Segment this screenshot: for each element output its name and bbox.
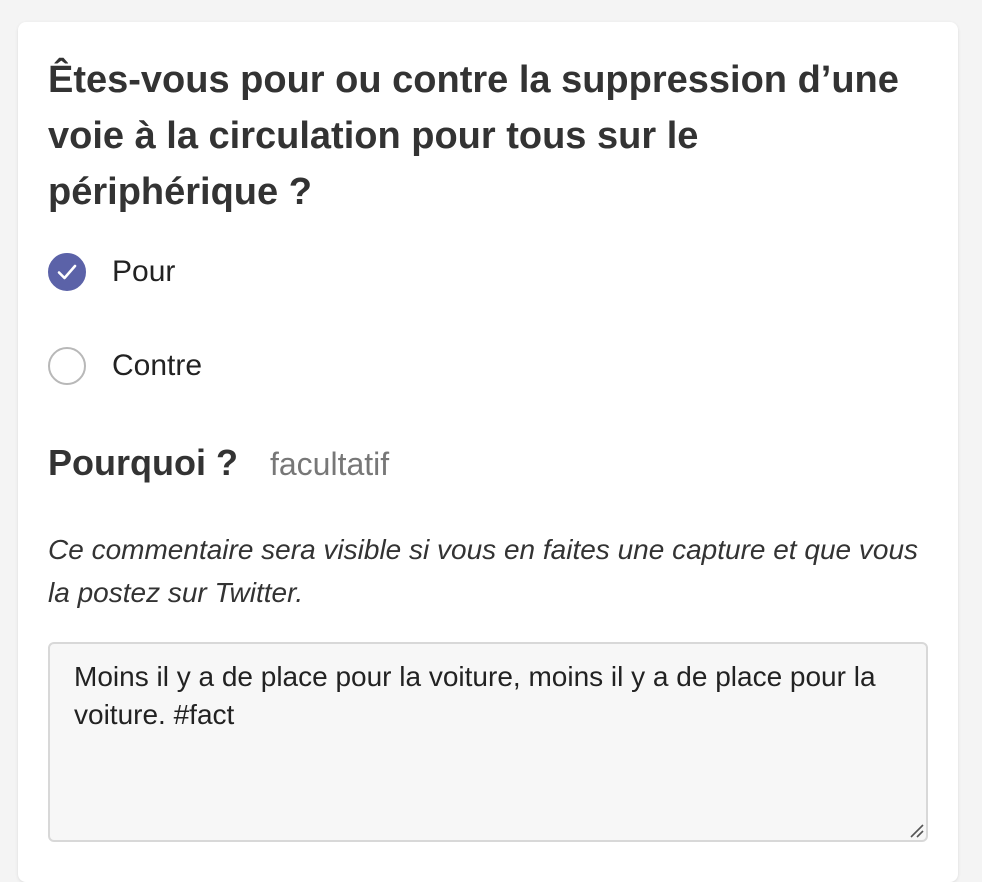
- option-label-pour: Pour: [112, 255, 176, 288]
- comment-header: Pourquoi ? facultatif: [48, 442, 389, 484]
- poll-card: Êtes-vous pour ou contre la suppression …: [18, 22, 958, 882]
- question-title: Êtes-vous pour ou contre la suppression …: [48, 59, 899, 213]
- radio-pour-checked[interactable]: [48, 253, 86, 291]
- comment-hint: Ce commentaire sera visible si vous en f…: [48, 534, 919, 608]
- optional-label: facultatif: [269, 446, 390, 482]
- option-pour[interactable]: Pour: [48, 250, 175, 294]
- option-contre[interactable]: Contre: [48, 344, 202, 388]
- option-label-contre: Contre: [112, 349, 203, 382]
- check-icon: [57, 264, 77, 280]
- radio-contre[interactable]: [48, 347, 86, 385]
- resize-grip-icon[interactable]: [908, 822, 924, 838]
- comment-textarea[interactable]: [48, 642, 928, 842]
- comment-title: Pourquoi ?: [48, 442, 238, 483]
